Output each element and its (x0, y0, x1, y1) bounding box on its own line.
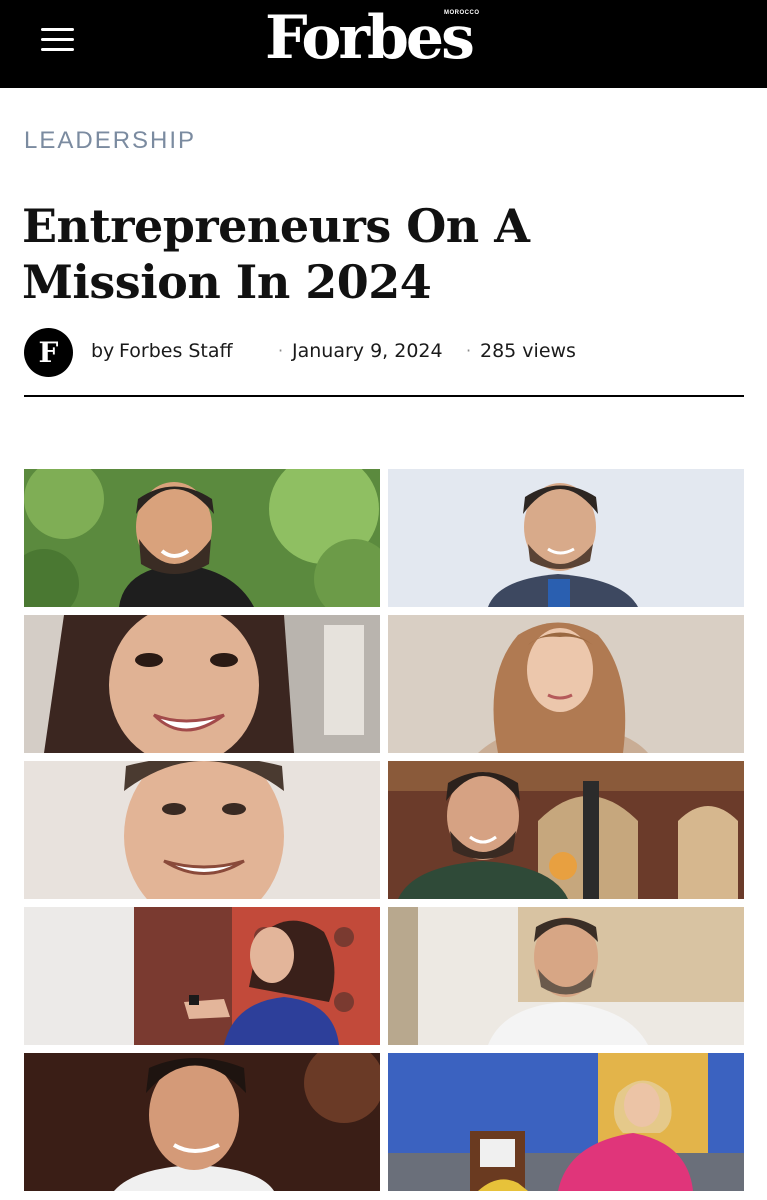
photo-woman-smiling-dark-hair[interactable] (24, 615, 380, 753)
photo-image (24, 761, 380, 899)
photo-man-green-shirt-restaurant[interactable] (388, 761, 744, 899)
top-navigation-bar: Forbes MOROCCO (0, 0, 767, 88)
section-category-link[interactable]: LEADERSHIP (24, 127, 196, 155)
photo-image (24, 615, 380, 753)
photo-man-beard-garden[interactable] (24, 469, 380, 607)
photo-image (388, 469, 744, 607)
photo-image (388, 1053, 744, 1191)
menu-line (41, 48, 74, 51)
photo-image (24, 469, 380, 607)
article-byline: F by Forbes Staff · January 9, 2024 · 28… (24, 328, 744, 378)
entrepreneur-photo-grid (24, 469, 744, 1191)
photo-image (24, 1053, 380, 1191)
photo-man-closeup-smiling[interactable] (24, 761, 380, 899)
hamburger-menu-icon[interactable] (41, 26, 75, 54)
photo-man-white-shirt-office[interactable] (388, 907, 744, 1045)
photo-woman-speaker-stage[interactable] (24, 907, 380, 1045)
menu-line (41, 28, 74, 31)
byline-prefix: by (91, 340, 115, 362)
photo-image (388, 907, 744, 1045)
view-count: 285 views (480, 340, 576, 362)
author-avatar[interactable]: F (24, 328, 73, 377)
header-divider (24, 395, 744, 397)
menu-line (41, 38, 74, 41)
article-headline: Entrepreneurs On A Mission In 2024 (22, 199, 530, 309)
photo-image (388, 761, 744, 899)
photo-woman-pink-suit-chair[interactable] (388, 1053, 744, 1191)
photo-woman-long-hair[interactable] (388, 615, 744, 753)
photo-man-blue-jacket[interactable] (388, 469, 744, 607)
photo-image (24, 907, 380, 1045)
byline-separator: · (466, 341, 472, 360)
photo-image (388, 615, 744, 753)
byline-separator: · (278, 341, 284, 360)
logo-edition-label: MOROCCO (444, 10, 480, 16)
photo-man-dark-background[interactable] (24, 1053, 380, 1191)
forbes-logo[interactable]: Forbes (265, 2, 475, 74)
publish-date: January 9, 2024 (292, 340, 443, 362)
author-name-link[interactable]: Forbes Staff (119, 340, 233, 362)
